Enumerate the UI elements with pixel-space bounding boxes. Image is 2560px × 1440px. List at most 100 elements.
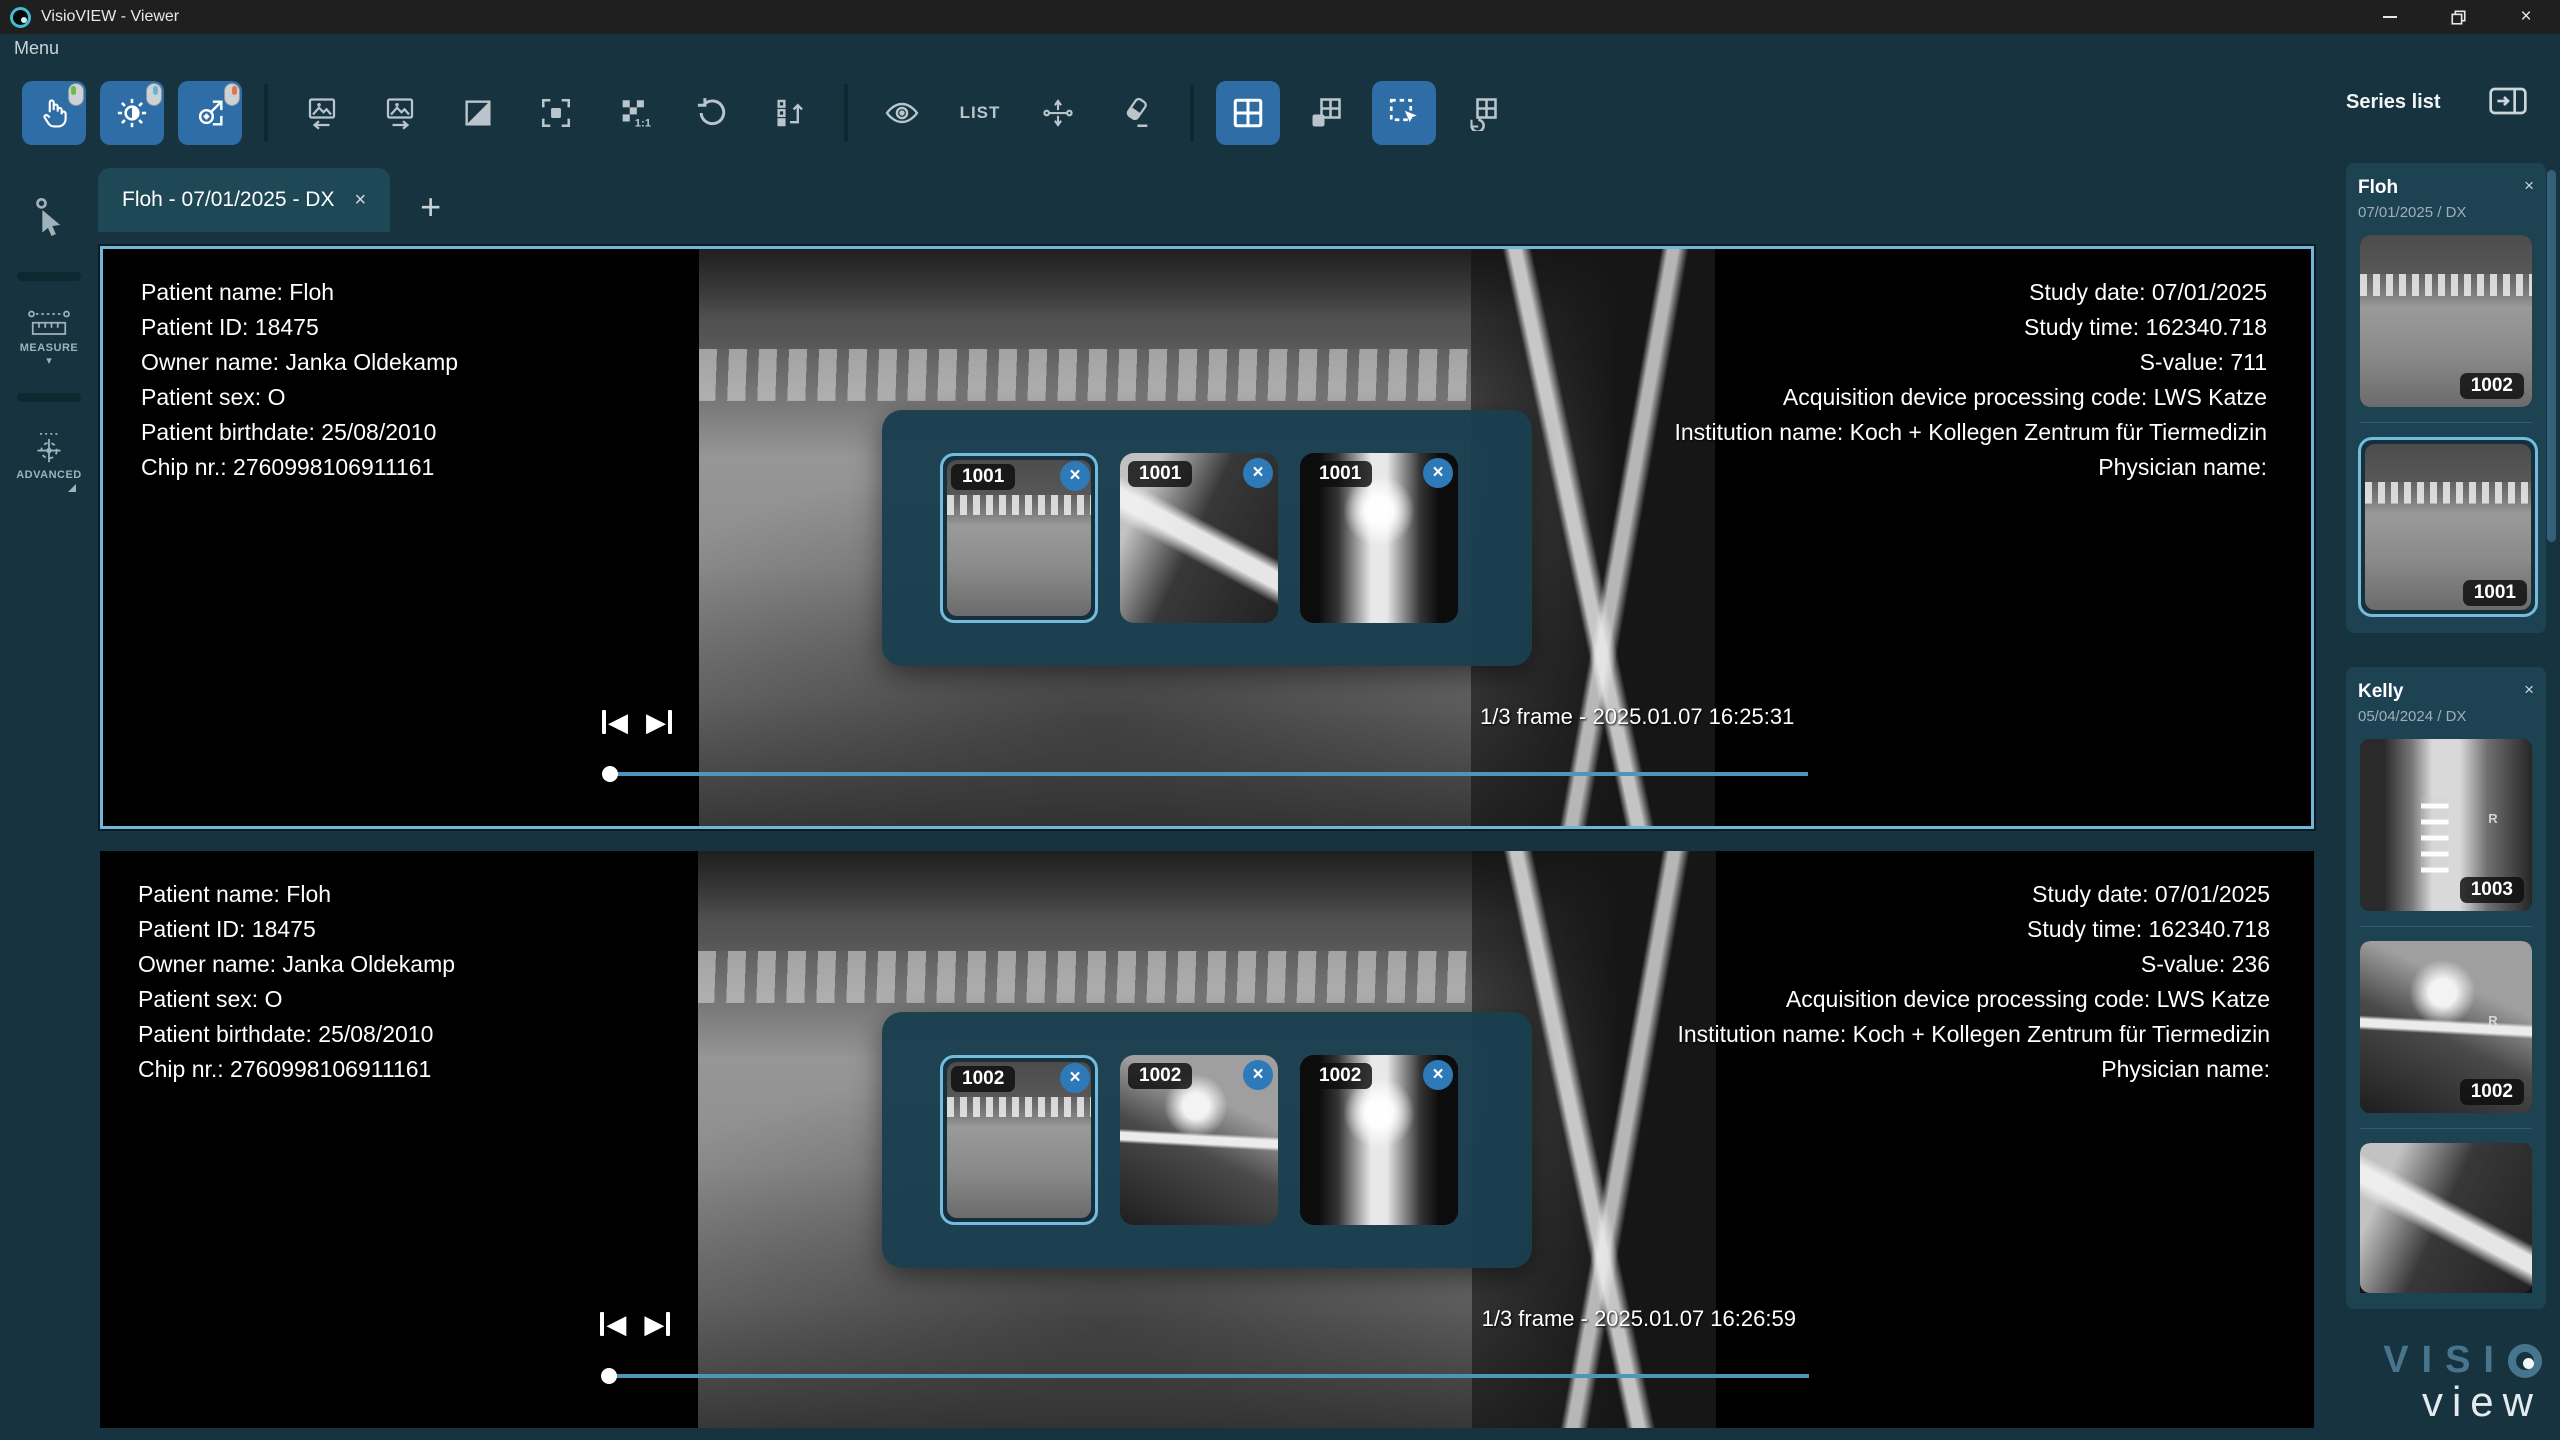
image-number-badge: 1002 — [1308, 1063, 1372, 1089]
toolbar-separator — [1190, 84, 1194, 142]
skip-bar-icon — [602, 710, 606, 734]
logo-o-mark-icon — [2508, 1344, 2542, 1378]
remove-image-button[interactable]: × — [1243, 458, 1273, 488]
remove-image-button[interactable]: × — [1060, 461, 1090, 491]
series-thumbnail[interactable]: R 1003 — [2360, 739, 2532, 911]
pointer-icon — [29, 196, 69, 244]
invert-button[interactable] — [446, 81, 510, 145]
flip-stack-button[interactable] — [758, 81, 822, 145]
custom-layout-icon — [1308, 95, 1344, 131]
previous-image-button[interactable] — [290, 81, 354, 145]
remove-image-button[interactable]: × — [1243, 1060, 1273, 1090]
series-thumbnail[interactable] — [2360, 1143, 2532, 1293]
eraser-button[interactable] — [1104, 81, 1168, 145]
study-info-line: Study time: 162340.718 — [1674, 310, 2267, 345]
image-number-badge: 1002 — [951, 1066, 1015, 1092]
remove-image-button[interactable]: × — [1423, 1060, 1453, 1090]
grid-layout-button[interactable] — [1216, 81, 1280, 145]
toolbar-separator — [264, 84, 268, 142]
window-title: VisioVIEW - Viewer — [41, 8, 179, 26]
actual-size-button[interactable]: 1:1 — [602, 81, 666, 145]
popup-thumbnail-selected[interactable]: 1002 × — [940, 1055, 1098, 1225]
popup-thumbnail[interactable]: 1002 × — [1300, 1055, 1458, 1225]
collapse-panel-button[interactable] — [2488, 86, 2528, 119]
toolbar-separator — [844, 84, 848, 142]
show-overlays-button[interactable] — [870, 81, 934, 145]
study-info-line: Physician name: — [1677, 1052, 2270, 1087]
tool-rail: MEASURE ▾ ADVANCED — [0, 164, 98, 1440]
thumbnail-xray — [2360, 1143, 2532, 1293]
frame-info-label: 1/3 frame - 2025.01.07 16:25:31 — [1480, 704, 1794, 730]
image-number-badge: 1002 — [2460, 373, 2524, 399]
move-tool-button[interactable] — [1026, 81, 1090, 145]
remove-image-button[interactable]: × — [1060, 1063, 1090, 1093]
viewport-top[interactable]: Patient name: Floh Patient ID: 18475 Own… — [100, 246, 2314, 829]
popup-thumbnail[interactable]: 1001 × — [1300, 453, 1458, 623]
window-controls: × — [2356, 0, 2560, 34]
close-series-group-button[interactable]: × — [2524, 177, 2534, 194]
fit-to-window-button[interactable] — [524, 81, 588, 145]
series-thumbnail[interactable]: R 1002 — [2360, 941, 2532, 1113]
study-info-line: Study date: 07/01/2025 — [1674, 275, 2267, 310]
new-tab-button[interactable]: + — [420, 192, 441, 222]
series-thumbnail[interactable]: 1002 — [2360, 235, 2532, 407]
series-group-subtitle: 05/04/2024 / DX — [2358, 708, 2534, 725]
close-window-button[interactable]: × — [2492, 0, 2560, 34]
frame-slider-handle[interactable] — [602, 766, 618, 782]
image-selector-popup: 1002 × 1002 × 1002 × — [882, 1012, 1532, 1268]
scrollbar-thumb[interactable] — [2547, 170, 2556, 542]
patient-info-line: Patient birthdate: 25/08/2010 — [138, 1017, 455, 1052]
advanced-tools-button[interactable]: ADVANCED — [16, 420, 82, 502]
logo-visio-text: VISI — [2383, 1339, 2507, 1382]
close-series-group-button[interactable]: × — [2524, 681, 2534, 698]
viewport-bottom[interactable]: Patient name: Floh Patient ID: 18475 Own… — [100, 851, 2314, 1428]
image-selector-popup: 1001 × 1001 × 1001 × — [882, 410, 1532, 666]
restore-button[interactable] — [2424, 0, 2492, 34]
popup-thumbnail-selected[interactable]: 1001 × — [940, 453, 1098, 623]
rotate-button[interactable] — [680, 81, 744, 145]
measure-icon — [27, 309, 71, 339]
first-frame-button[interactable]: ◀ — [602, 710, 628, 734]
frame-slider[interactable] — [605, 1374, 1809, 1378]
reset-layout-button[interactable] — [1450, 81, 1514, 145]
study-info-line: Acquisition device processing code: LWS … — [1677, 982, 2270, 1017]
minimize-icon — [2383, 16, 2397, 18]
collapse-panel-icon — [2488, 86, 2528, 116]
series-group-title: Floh — [2358, 177, 2398, 199]
last-frame-button[interactable]: ▶ — [644, 1312, 670, 1336]
select-series-button[interactable] — [1372, 81, 1436, 145]
series-thumbnail-selected[interactable]: 1001 — [2358, 437, 2538, 617]
window-level-button[interactable] — [100, 81, 164, 145]
image-number-badge: 1001 — [1128, 461, 1192, 487]
last-frame-button[interactable]: ▶ — [646, 710, 672, 734]
image-number-badge: 1001 — [2463, 580, 2527, 606]
study-info-line: Institution name: Koch + Kollegen Zentru… — [1674, 415, 2267, 450]
popup-thumbnail[interactable]: 1002 × — [1120, 1055, 1278, 1225]
tab-close-icon[interactable]: × — [354, 189, 366, 212]
list-view-button[interactable]: LIST — [948, 81, 1012, 145]
popup-thumbnail[interactable]: 1001 × — [1120, 453, 1278, 623]
minimize-button[interactable] — [2356, 0, 2424, 34]
title-bar: VisioVIEW - Viewer × — [0, 0, 2560, 34]
study-info-overlay: Study date: 07/01/2025 Study time: 16234… — [1674, 275, 2267, 485]
study-info-line: S-value: 711 — [1674, 345, 2267, 380]
custom-layout-button[interactable] — [1294, 81, 1358, 145]
pointer-tool-button[interactable] — [29, 186, 69, 254]
frame-slider-handle[interactable] — [601, 1368, 617, 1384]
frame-slider[interactable] — [606, 772, 1807, 776]
measure-tools-button[interactable]: MEASURE ▾ — [20, 299, 79, 375]
thumbnail-divider — [2360, 422, 2532, 423]
pan-tool-button[interactable] — [22, 81, 86, 145]
first-frame-button[interactable]: ◀ — [600, 1312, 626, 1336]
image-number-badge: 1001 — [1308, 461, 1372, 487]
tab-active-study[interactable]: Floh - 07/01/2025 - DX × — [98, 168, 390, 232]
eye-icon — [884, 95, 920, 131]
series-list-panel: Series list Floh × 07/01/2025 / DX 1002 — [2330, 62, 2560, 1440]
zoom-tool-button[interactable] — [178, 81, 242, 145]
logo-view-text: view — [2383, 1378, 2542, 1426]
remove-image-button[interactable]: × — [1423, 458, 1453, 488]
next-image-button[interactable] — [368, 81, 432, 145]
thumbnail-divider — [2360, 1128, 2532, 1129]
menu-button[interactable]: Menu — [14, 38, 59, 59]
brightness-contrast-icon — [115, 96, 149, 130]
